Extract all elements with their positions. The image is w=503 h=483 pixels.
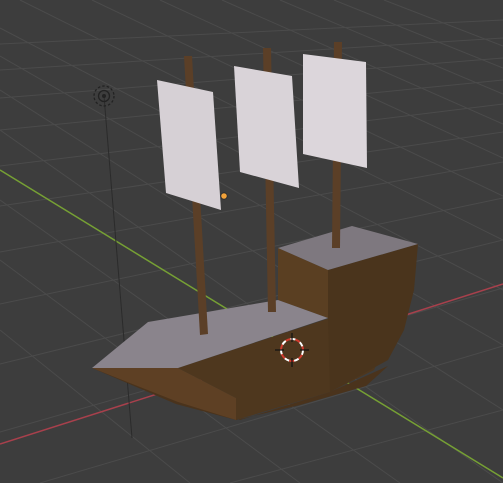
sail-middle[interactable] [234, 66, 299, 188]
viewport-canvas[interactable] [0, 0, 503, 483]
light-gizmo-icon[interactable] [93, 85, 115, 107]
sail-front[interactable] [157, 80, 221, 210]
object-origin-dot[interactable] [220, 192, 228, 200]
light-direction-line [103, 95, 133, 439]
sail-rear[interactable] [303, 54, 367, 168]
ship-model[interactable] [92, 42, 418, 420]
3d-viewport[interactable] [0, 0, 503, 483]
